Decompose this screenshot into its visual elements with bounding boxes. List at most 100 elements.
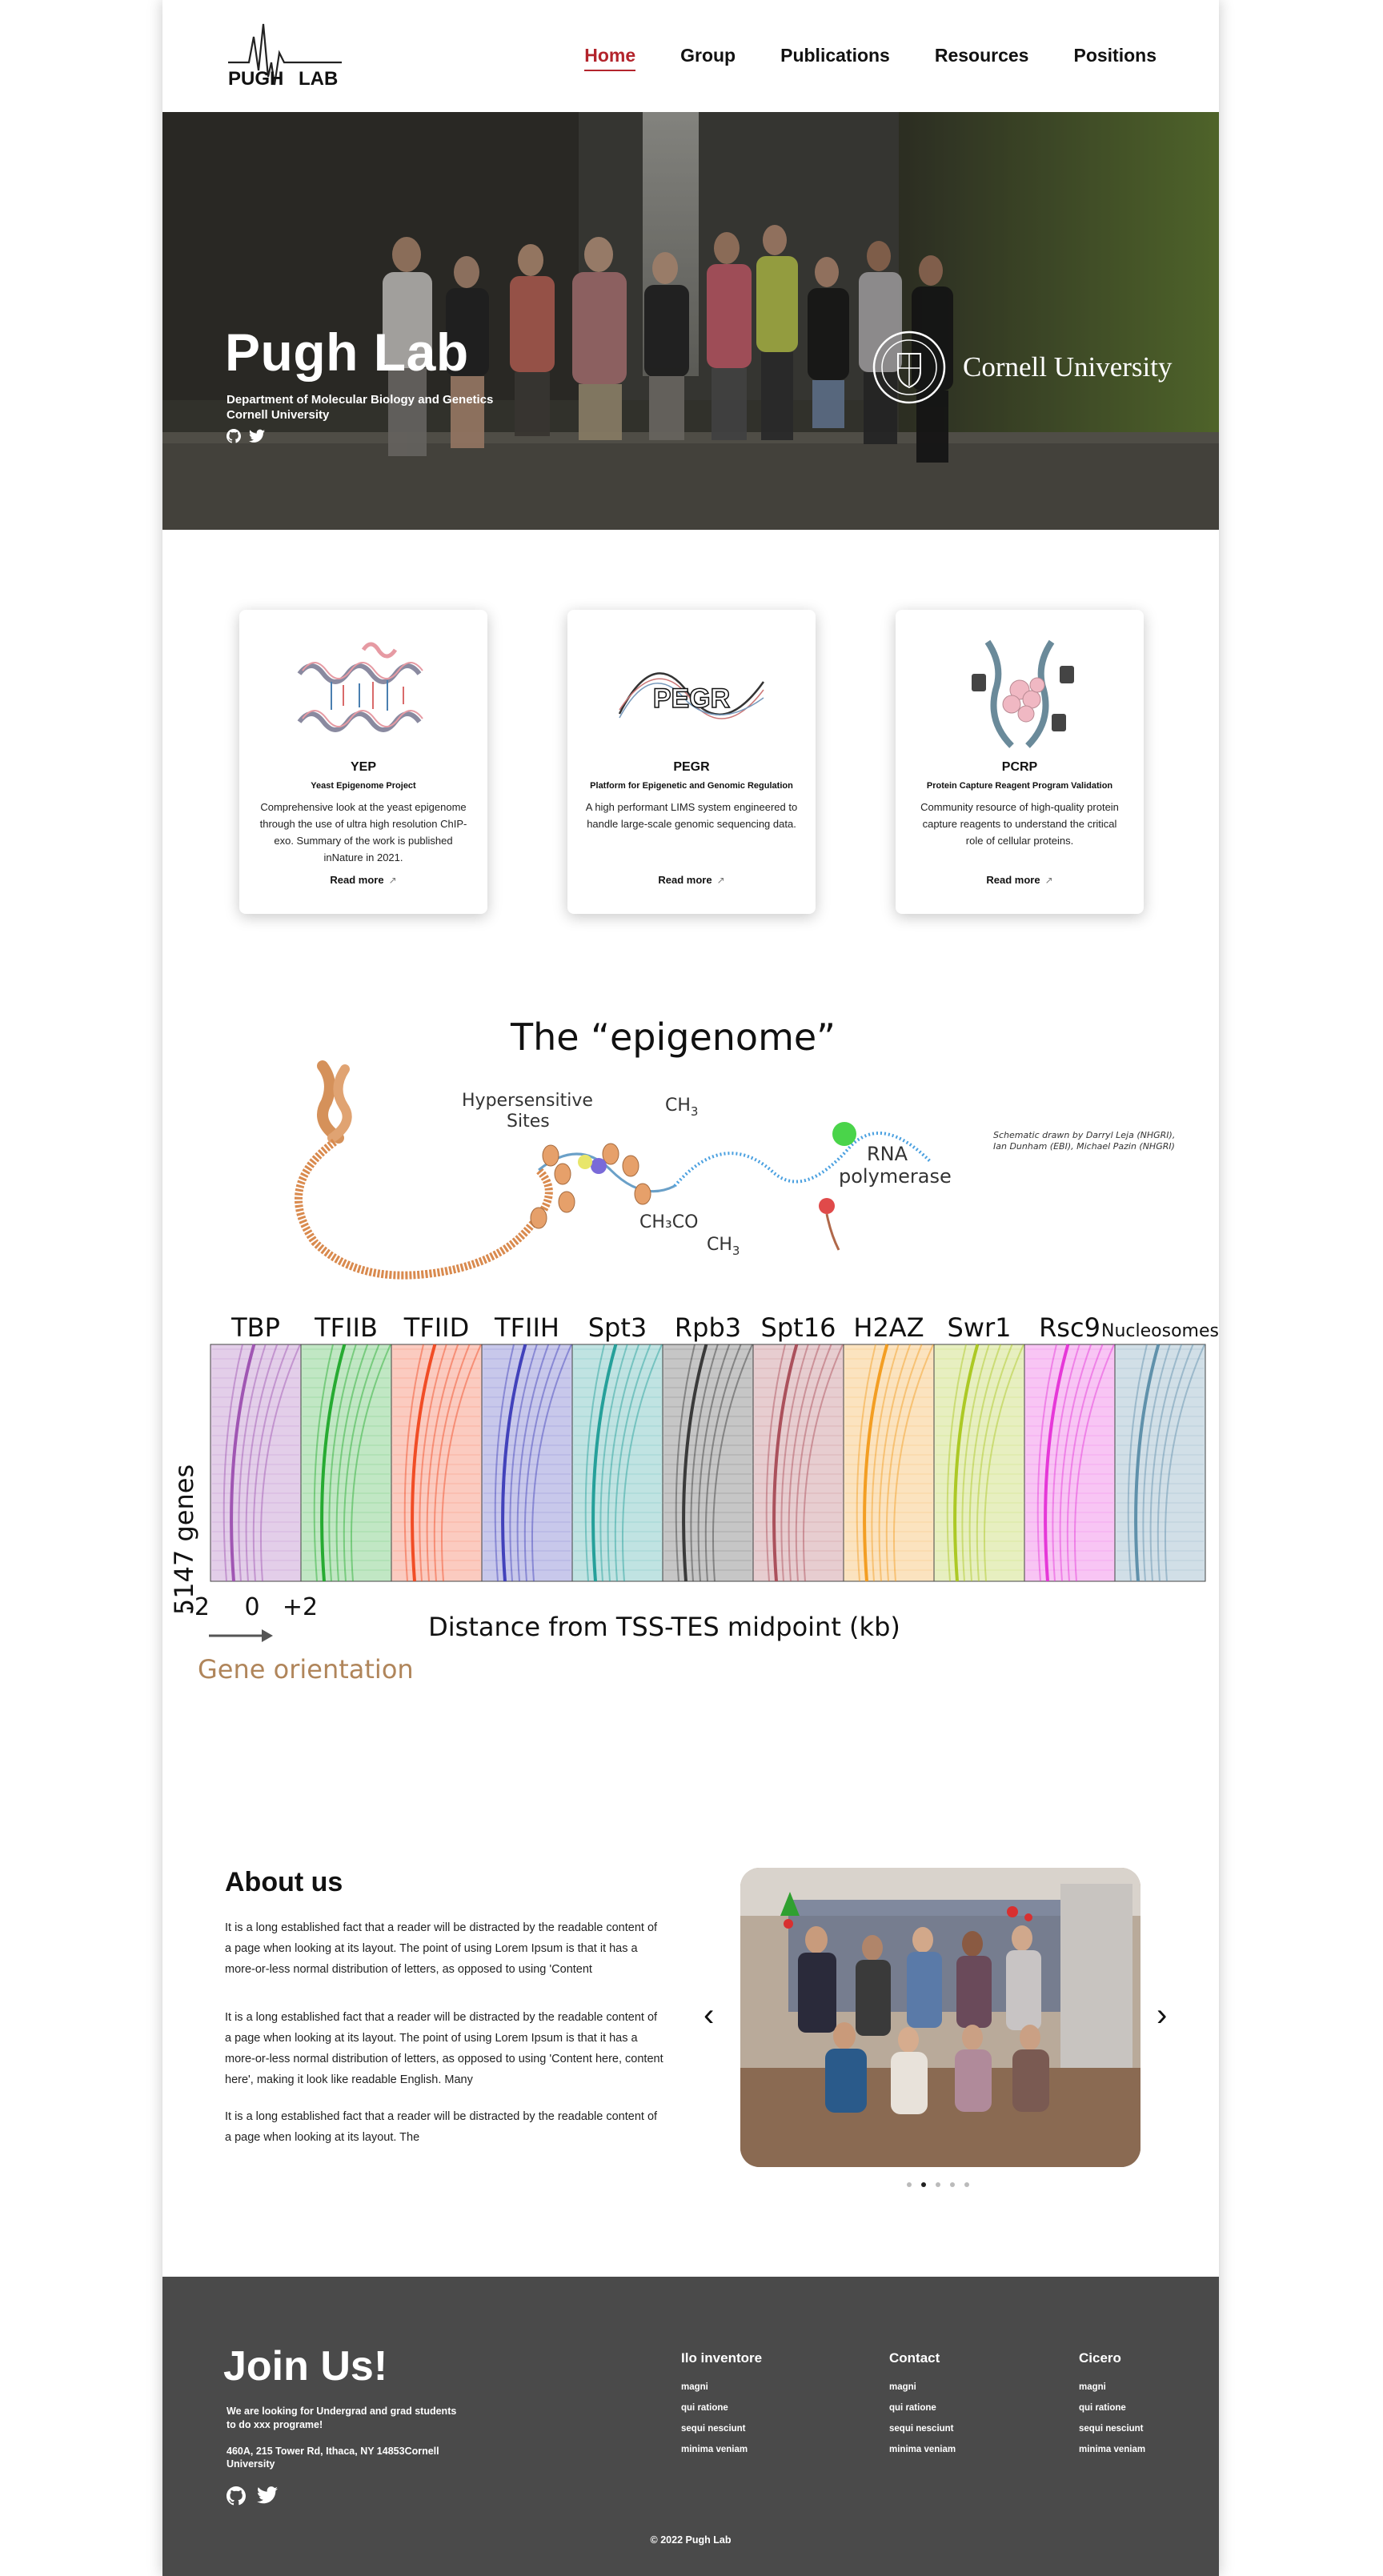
heatmap-panel <box>752 1344 844 1582</box>
cornell-seal-icon <box>872 331 946 404</box>
read-more-label: Read more <box>986 874 1040 886</box>
read-more-link[interactable]: Read more ↗ <box>896 874 1144 886</box>
join-title: Join Us! <box>223 2343 388 2390</box>
card-subtitle: Protein Capture Reagent Program Validati… <box>926 781 1113 791</box>
cornell-logo[interactable]: Cornell University <box>872 330 1173 405</box>
footer-link[interactable]: qui ratione <box>681 2403 762 2413</box>
heatmap-panel <box>210 1344 302 1582</box>
heatmap-column-label: Rpb3 <box>675 1312 741 1343</box>
tick-zero: 0 <box>244 1593 259 1621</box>
hero-social-links <box>226 429 265 443</box>
footer-link[interactable]: qui ratione <box>1079 2403 1145 2413</box>
pugh-lab-logo[interactable]: PUGH LAB <box>225 21 345 91</box>
footer-link[interactable]: sequi nesciunt <box>681 2424 762 2434</box>
about-paragraph-2: It is a long established fact that a rea… <box>225 2011 663 2086</box>
footer-link[interactable]: magni <box>1079 2382 1145 2392</box>
nav-links: Home Group Publications Resources Positi… <box>584 45 1157 71</box>
chromatin-schematic <box>295 1060 932 1280</box>
nav-positions[interactable]: Positions <box>1073 45 1157 66</box>
footer-link[interactable]: minima veniam <box>681 2445 762 2454</box>
heatmap-column-label: Spt3 <box>588 1312 647 1343</box>
read-more-link[interactable]: Read more ↗ <box>239 874 487 886</box>
nav-publications[interactable]: Publications <box>780 45 890 66</box>
twitter-icon[interactable] <box>257 2486 278 2504</box>
pegr-logo-text: PEGR <box>653 683 730 714</box>
heatmap-panel <box>300 1344 392 1582</box>
label-rna: RNA <box>867 1143 908 1165</box>
label-ch3co: CH₃CO <box>639 1212 698 1232</box>
heatmap-panel <box>662 1344 754 1582</box>
footer-link[interactable]: sequi nesciunt <box>889 2424 956 2434</box>
lab-address: 460A, 215 Tower Rd, Ithaca, NY 14853Corn… <box>226 2446 439 2470</box>
join-description: We are looking for Undergrad and grad st… <box>226 2406 457 2430</box>
heatmap-panel <box>481 1344 573 1582</box>
carousel-dot[interactable] <box>950 2182 955 2187</box>
page: PUGH LAB Home Group Publications Resourc… <box>162 0 1219 2576</box>
carousel-dot[interactable] <box>964 2182 969 2187</box>
nav-group[interactable]: Group <box>680 45 736 66</box>
yep-graphic-icon <box>297 642 423 732</box>
heatmap-panel <box>391 1344 483 1582</box>
footer-link[interactable]: qui ratione <box>889 2403 956 2413</box>
card-title: PCRP <box>1001 760 1038 774</box>
label-hypersensitive: Hypersensitive <box>462 1091 593 1111</box>
copyright: © 2022 Pugh Lab <box>650 2534 732 2546</box>
footer-link[interactable]: sequi nesciunt <box>1079 2424 1145 2434</box>
pegr-logo-icon: PEGR <box>618 672 765 719</box>
figure-title: The “epigenome” <box>510 1016 836 1059</box>
heatmap-column-label: Rsc9 <box>1039 1312 1100 1343</box>
twitter-icon[interactable] <box>249 429 265 443</box>
card-pcrp: PCRP Protein Capture Reagent Program Val… <box>896 610 1144 914</box>
heatmap-panel <box>933 1344 1025 1582</box>
tick-plus-2: +2 <box>283 1593 318 1621</box>
logo-text-left: PUGH <box>228 68 283 90</box>
external-link-icon: ↗ <box>716 875 725 886</box>
heatmap-column-label: TFIIB <box>314 1312 378 1343</box>
nav-resources[interactable]: Resources <box>935 45 1029 66</box>
hero-university: Cornell University <box>226 408 330 422</box>
github-icon[interactable] <box>226 429 241 443</box>
nav-home[interactable]: Home <box>584 45 635 71</box>
footer-link[interactable]: magni <box>681 2382 762 2392</box>
external-link-icon: ↗ <box>388 875 397 886</box>
carousel-dot-active[interactable] <box>921 2182 926 2187</box>
heatmap-column-label: TFIIH <box>494 1312 559 1343</box>
footer-column-3: Cicero magni qui ratione sequi nesciunt … <box>1079 2350 1145 2466</box>
heatmap-y-label: 5147 genes <box>169 1464 199 1615</box>
footer-column-title: Cicero <box>1079 2350 1121 2366</box>
card-title: PEGR <box>673 760 710 774</box>
about-title: About us <box>225 1867 343 1897</box>
carousel-dot[interactable] <box>936 2182 940 2187</box>
heatmap-column-label: Nucleosomes <box>1101 1321 1219 1341</box>
heatmap-panel <box>843 1344 935 1582</box>
footer-link[interactable]: minima veniam <box>1079 2445 1145 2454</box>
project-cards: YEP Yeast Epigenome Project Comprehensiv… <box>239 610 1144 914</box>
heatmap-column-label: H2AZ <box>853 1312 924 1343</box>
heatmap-column-label: TFIID <box>403 1312 469 1343</box>
label-ch3-bottom: CH3 <box>707 1235 740 1258</box>
card-description: A high performant LIMS system engineered… <box>585 801 798 830</box>
footer-link[interactable]: magni <box>889 2382 956 2392</box>
card-subtitle: Yeast Epigenome Project <box>311 781 416 791</box>
gene-orientation-arrow-icon <box>209 1629 273 1642</box>
carousel-prev-button[interactable]: ‹ <box>704 1999 714 2031</box>
github-icon[interactable] <box>226 2486 246 2506</box>
heatmap-column-label: Swr1 <box>948 1312 1012 1343</box>
gene-orientation-label: Gene orientation <box>198 1654 414 1685</box>
epigenome-figure: The “epigenome” Hypersensitive Sites CH3… <box>169 1016 1219 1685</box>
read-more-link[interactable]: Read more ↗ <box>567 874 816 886</box>
footer-link[interactable]: minima veniam <box>889 2445 956 2454</box>
card-pegr: PEGR PEGR Platform for Epigenetic and Ge… <box>567 610 816 914</box>
read-more-label: Read more <box>658 874 712 886</box>
carousel-next-button[interactable]: › <box>1157 1999 1167 2031</box>
footer-column-title: Ilo inventore <box>681 2350 763 2366</box>
heatmap-column-label: TBP <box>230 1312 280 1343</box>
figure-credit-line2: Ian Dunham (EBI), Michael Pazin (NHGRI) <box>993 1141 1175 1152</box>
figure-credit-line1: Schematic drawn by Darryl Leja (NHGRI), <box>993 1130 1175 1140</box>
footer-column-contact: Contact magni qui ratione sequi nesciunt… <box>889 2350 956 2466</box>
cornell-name: Cornell University <box>963 351 1173 383</box>
label-polymerase: polymerase <box>839 1165 952 1188</box>
footer-column-title: Contact <box>889 2350 940 2366</box>
carousel-dot[interactable] <box>907 2182 912 2187</box>
heatmap-panel <box>1024 1344 1116 1582</box>
